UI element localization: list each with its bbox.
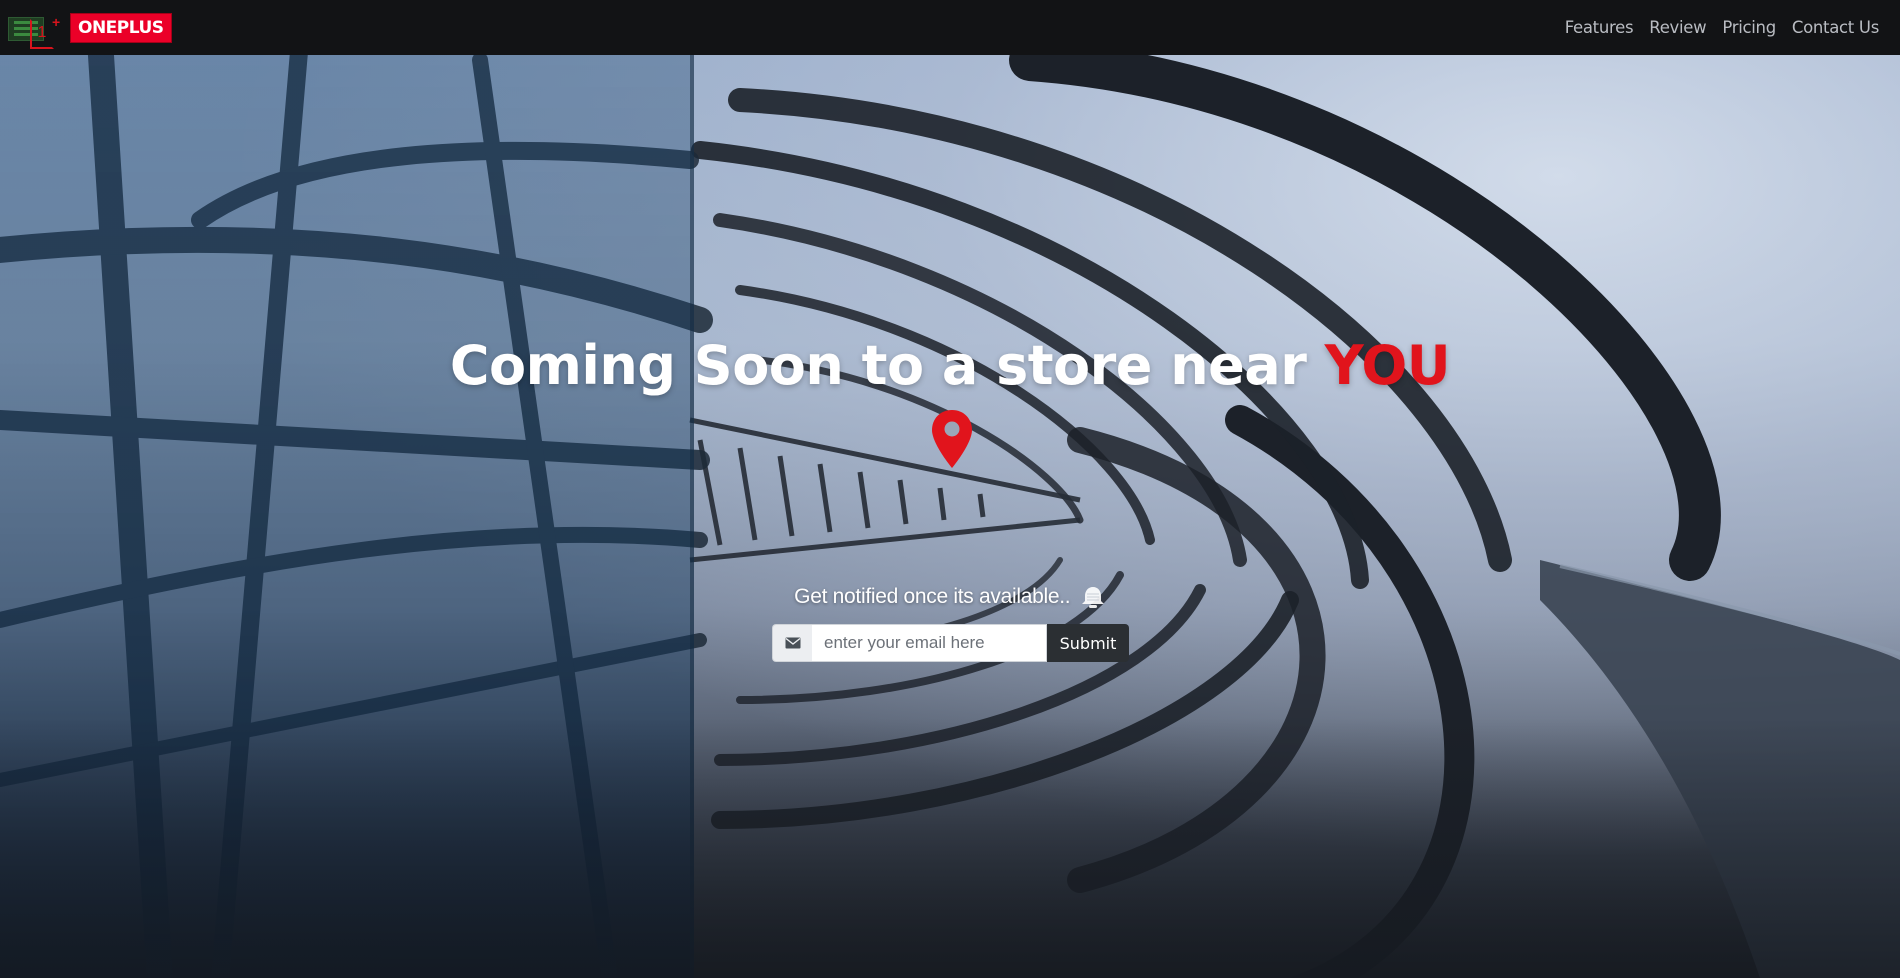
headline-accent: YOU bbox=[1324, 334, 1451, 397]
hero-headline: Coming Soon to a store near YOU bbox=[0, 334, 1900, 397]
nav-link-contact-us[interactable]: Contact Us bbox=[1792, 18, 1879, 37]
nav-link-features[interactable]: Features bbox=[1565, 18, 1634, 37]
bell-icon bbox=[1081, 587, 1104, 609]
nav-links: Features Review Pricing Contact Us bbox=[1549, 18, 1880, 37]
email-signup-form: Submit bbox=[772, 624, 1129, 662]
hero-section: Coming Soon to a store near YOU Get noti… bbox=[0, 0, 1900, 978]
email-input[interactable] bbox=[812, 624, 1047, 662]
email-addon bbox=[772, 624, 812, 662]
brand-name: ONEPLUS bbox=[70, 12, 172, 43]
submit-button[interactable]: Submit bbox=[1047, 624, 1129, 662]
envelope-icon bbox=[785, 637, 800, 649]
nav-link-review[interactable]: Review bbox=[1649, 18, 1706, 37]
map-marker-icon bbox=[932, 410, 972, 468]
page: 1 + ONEPLUS Features Review Pricing Cont… bbox=[0, 0, 1900, 978]
notify-line: Get notified once its available.. bbox=[0, 585, 1900, 609]
notify-text: Get notified once its available.. bbox=[794, 585, 1071, 608]
brand-logo-link[interactable]: 1 + ONEPLUS bbox=[8, 11, 172, 49]
navbar: 1 + ONEPLUS Features Review Pricing Cont… bbox=[0, 0, 1900, 55]
headline-text: Coming Soon to a store near bbox=[449, 334, 1325, 397]
plus-glyph-icon: + bbox=[52, 13, 61, 30]
one-glyph-icon: 1 bbox=[30, 18, 54, 49]
oneplus-logo-icon: 1 + bbox=[8, 11, 61, 49]
nav-link-pricing[interactable]: Pricing bbox=[1722, 18, 1776, 37]
